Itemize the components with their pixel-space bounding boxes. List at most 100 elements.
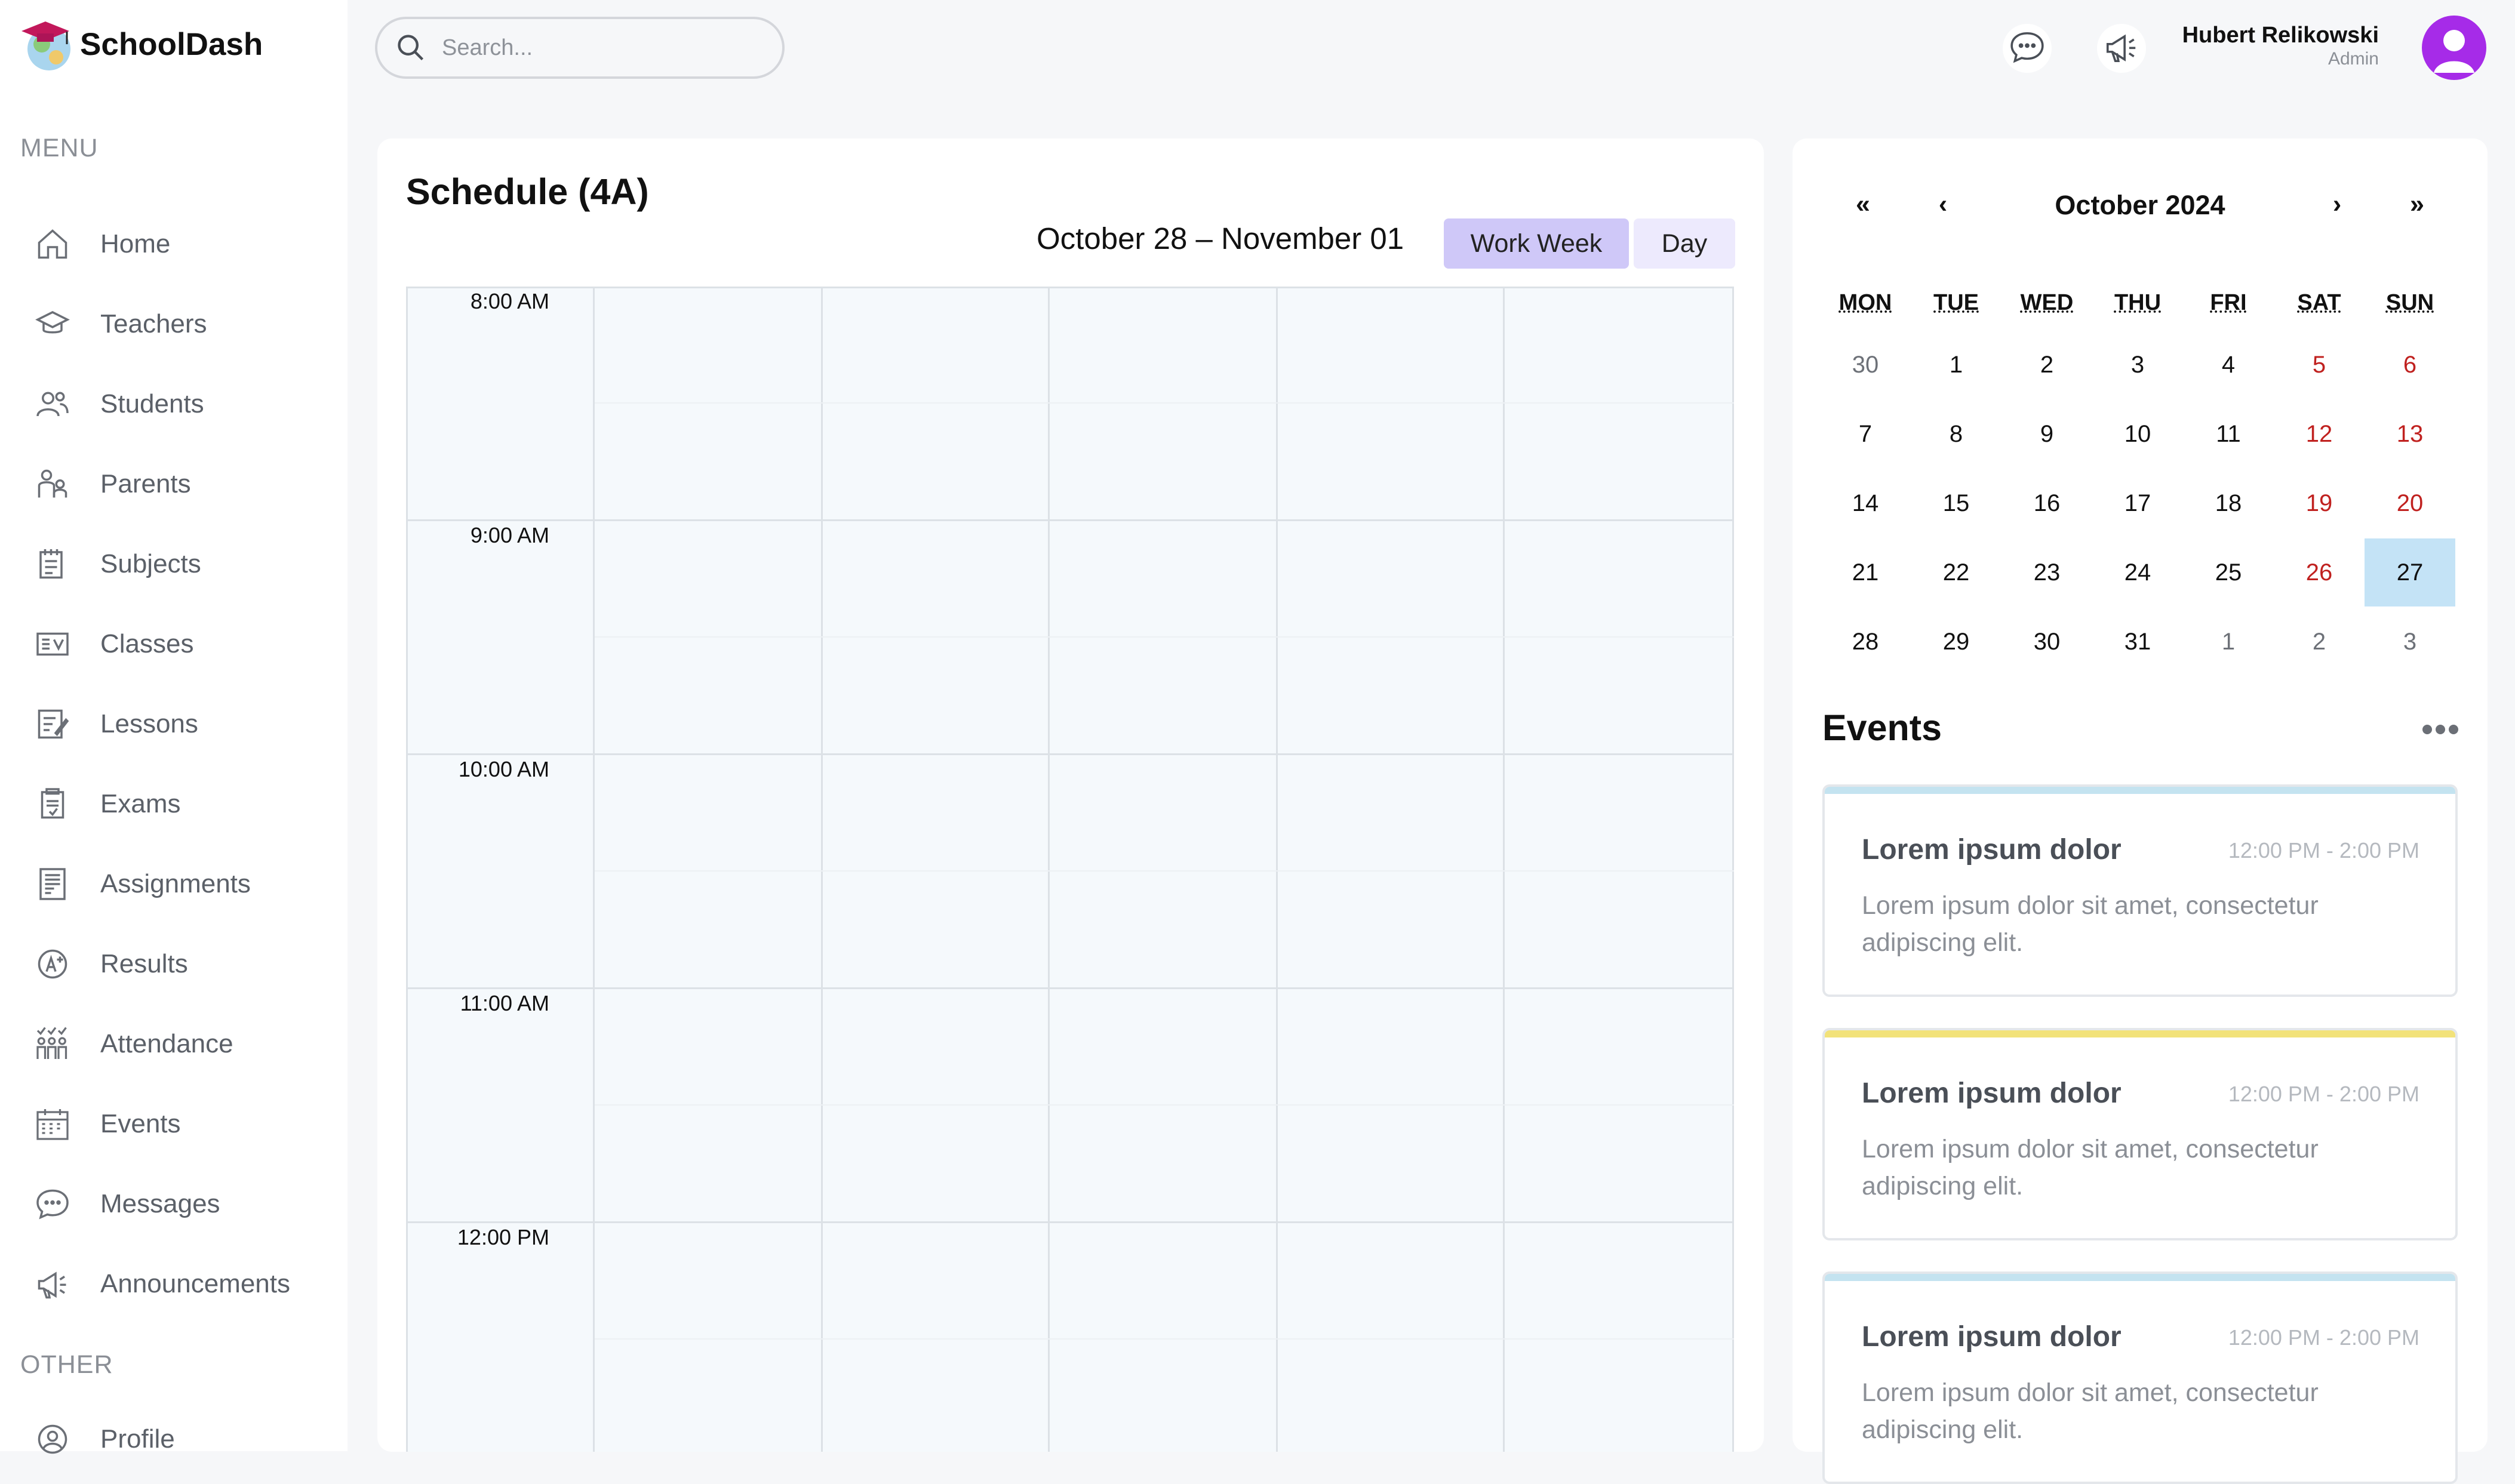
calendar-day[interactable]: 9	[2001, 400, 2092, 468]
calendar-day[interactable]: 2	[2001, 331, 2092, 399]
event-description: Lorem ipsum dolor sit amet, consectetur …	[1862, 1378, 2319, 1444]
calendar-icon	[33, 1105, 72, 1143]
more-options-button[interactable]	[2419, 712, 2461, 747]
weekday-header: SAT	[2297, 290, 2341, 315]
search-input[interactable]	[441, 34, 754, 61]
day-column-thu[interactable]	[1278, 287, 1505, 1452]
event-title: Lorem ipsum dolor	[1862, 1321, 2122, 1353]
calendar-day[interactable]: 10	[2092, 400, 2183, 468]
user-role: Admin	[2328, 49, 2379, 69]
calendar-day[interactable]: 11	[2183, 400, 2274, 468]
message-icon	[33, 1185, 72, 1223]
calendar-day[interactable]: 29	[1911, 608, 2001, 676]
messages-button[interactable]	[2003, 24, 2052, 73]
calendar-day[interactable]: 6	[2365, 331, 2455, 399]
calendar-day[interactable]: 15	[1911, 469, 2001, 537]
calendar-day[interactable]: 30	[1820, 331, 1911, 399]
calendar-day[interactable]: 28	[1820, 608, 1911, 676]
sidebar-item-teachers[interactable]: Teachers	[33, 297, 207, 351]
calendar-day[interactable]: 13	[2365, 400, 2455, 468]
sidebar-item-label: Profile	[100, 1424, 175, 1454]
event-card[interactable]: Lorem ipsum dolor 12:00 PM - 2:00 PM Lor…	[1822, 1271, 2458, 1484]
calendar-month-label[interactable]: October 2024	[1793, 190, 2488, 221]
brand[interactable]: SchoolDash	[19, 14, 263, 74]
calendar-day[interactable]: 21	[1820, 538, 1911, 606]
calendar-day[interactable]: 4	[2183, 331, 2274, 399]
users-icon	[33, 385, 72, 423]
calendar-day[interactable]: 7	[1820, 400, 1911, 468]
sidebar-item-classes[interactable]: Classes	[33, 617, 194, 671]
calendar-day[interactable]: 25	[2183, 538, 2274, 606]
calendar-day[interactable]: 19	[2274, 469, 2365, 537]
sidebar-item-label: Announcements	[100, 1269, 290, 1298]
calendar-day[interactable]: 23	[2001, 538, 2092, 606]
calendar-day[interactable]: 17	[2092, 469, 2183, 537]
sidebar-item-label: Students	[100, 389, 204, 418]
sidebar-item-lessons[interactable]: Lessons	[33, 697, 198, 751]
sidebar-item-exams[interactable]: Exams	[33, 777, 180, 831]
other-section-label: OTHER	[20, 1350, 113, 1379]
event-title: Lorem ipsum dolor	[1862, 1077, 2122, 1109]
calendar-day[interactable]: 3	[2365, 608, 2455, 676]
event-time: 12:00 PM - 2:00 PM	[2228, 1082, 2419, 1106]
calendar-day[interactable]: 2	[2274, 608, 2365, 676]
day-column-mon[interactable]	[595, 287, 823, 1452]
graduation-cap-icon	[33, 305, 72, 343]
calendar-day[interactable]: 26	[2274, 538, 2365, 606]
user-name: Hubert Relikowski	[2182, 23, 2379, 48]
sidebar-item-students[interactable]: Students	[33, 377, 204, 431]
weekday-header: FRI	[2210, 290, 2247, 315]
sidebar-item-subjects[interactable]: Subjects	[33, 537, 201, 591]
announcements-button[interactable]	[2097, 24, 2146, 73]
calendar-day[interactable]: 30	[2001, 608, 2092, 676]
sidebar-item-label: Home	[100, 229, 171, 258]
megaphone-icon	[2103, 29, 2140, 69]
lessons-icon	[33, 705, 72, 743]
calendar-day[interactable]: 18	[2183, 469, 2274, 537]
calendar-day[interactable]: 1	[1911, 331, 2001, 399]
calendar-day[interactable]: 12	[2274, 400, 2365, 468]
home-icon	[33, 225, 72, 263]
sidebar-item-attendance[interactable]: Attendance	[33, 1017, 233, 1071]
next-year-button[interactable]: »	[2399, 190, 2435, 219]
hour-line	[406, 1221, 1734, 1223]
half-hour-line	[595, 636, 1734, 638]
sidebar-item-results[interactable]: Results	[33, 937, 188, 991]
calendar-day[interactable]: 1	[2183, 608, 2274, 676]
calendar-day[interactable]: 31	[2092, 608, 2183, 676]
event-card[interactable]: Lorem ipsum dolor 12:00 PM - 2:00 PM Lor…	[1822, 1028, 2458, 1240]
day-column-wed[interactable]	[1050, 287, 1278, 1452]
sidebar-item-announcements[interactable]: Announcements	[33, 1257, 290, 1311]
day-button[interactable]: Day	[1634, 218, 1735, 269]
sidebar-item-events[interactable]: Events	[33, 1097, 181, 1151]
calendar-day[interactable]: 16	[2001, 469, 2092, 537]
sidebar-item-label: Events	[100, 1109, 181, 1138]
next-month-button[interactable]: ›	[2319, 190, 2355, 219]
schedule-grid[interactable]: 8:00 AM 9:00 AM 10:00 AM 11:00 AM 12:00 …	[406, 287, 1734, 1452]
event-title: Lorem ipsum dolor	[1862, 834, 2122, 866]
attendance-icon	[33, 1025, 72, 1063]
time-label: 11:00 AM	[460, 991, 549, 1015]
calendar-day[interactable]: 14	[1820, 469, 1911, 537]
avatar[interactable]	[2422, 16, 2486, 80]
work-week-button[interactable]: Work Week	[1444, 218, 1629, 269]
day-column-fri[interactable]	[1505, 287, 1734, 1452]
calendar-day[interactable]: 27	[2365, 538, 2455, 606]
event-color-bar	[1825, 1274, 2455, 1281]
search-bar[interactable]	[375, 17, 785, 79]
sidebar-item-parents[interactable]: Parents	[33, 457, 191, 511]
time-label: 9:00 AM	[470, 523, 549, 547]
calendar-day[interactable]: 5	[2274, 331, 2365, 399]
sidebar-item-assignments[interactable]: Assignments	[33, 857, 251, 911]
calendar-day[interactable]: 22	[1911, 538, 2001, 606]
sidebar-item-profile[interactable]: Profile	[33, 1412, 175, 1466]
event-card[interactable]: Lorem ipsum dolor 12:00 PM - 2:00 PM Lor…	[1822, 784, 2458, 997]
sidebar-item-messages[interactable]: Messages	[33, 1177, 220, 1231]
sidebar-item-home[interactable]: Home	[33, 217, 170, 271]
calendar-day[interactable]: 20	[2365, 469, 2455, 537]
day-column-tue[interactable]	[823, 287, 1050, 1452]
calendar-day[interactable]: 8	[1911, 400, 2001, 468]
calendar-day[interactable]: 3	[2092, 331, 2183, 399]
calendar-day[interactable]: 24	[2092, 538, 2183, 606]
hour-line	[406, 753, 1734, 755]
